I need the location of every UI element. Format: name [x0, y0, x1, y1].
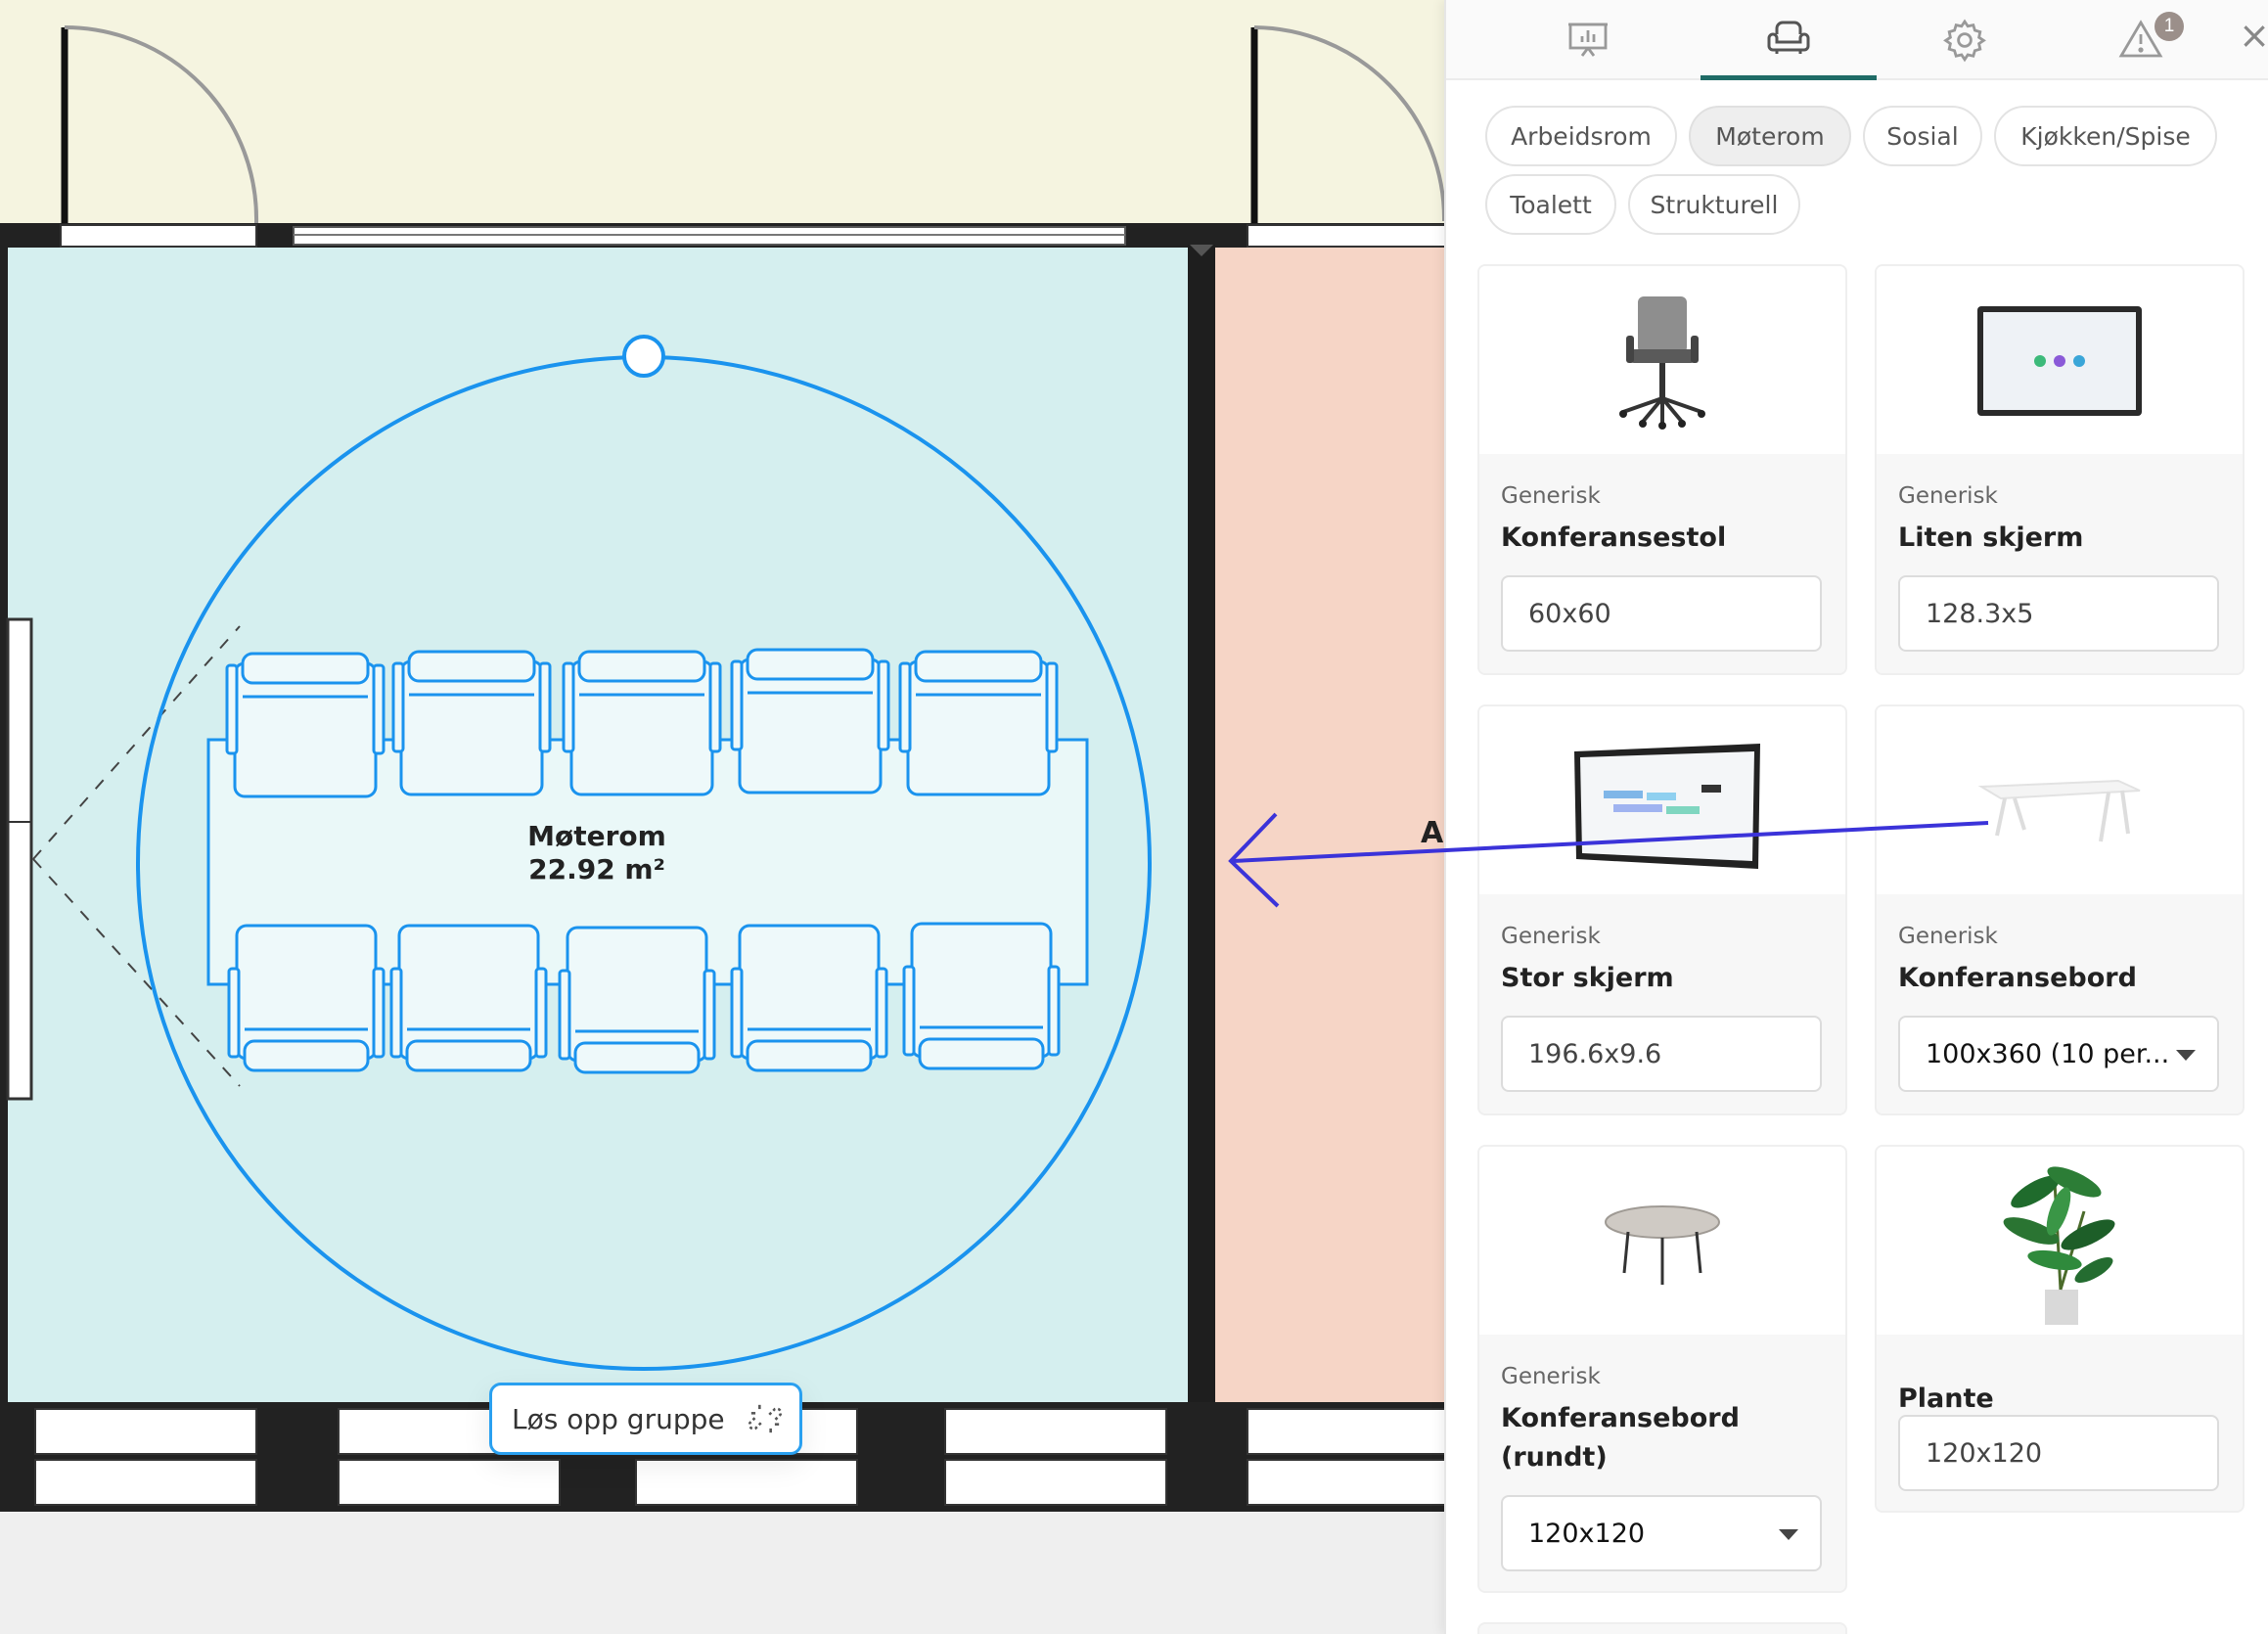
app-stage: Møterom 22.92 m² Ar Løs opp gruppe 1 × A…: [0, 0, 2268, 1634]
drag-arrow-line: [1232, 821, 1989, 863]
drag-arrow-overlay: [1228, 812, 1989, 908]
